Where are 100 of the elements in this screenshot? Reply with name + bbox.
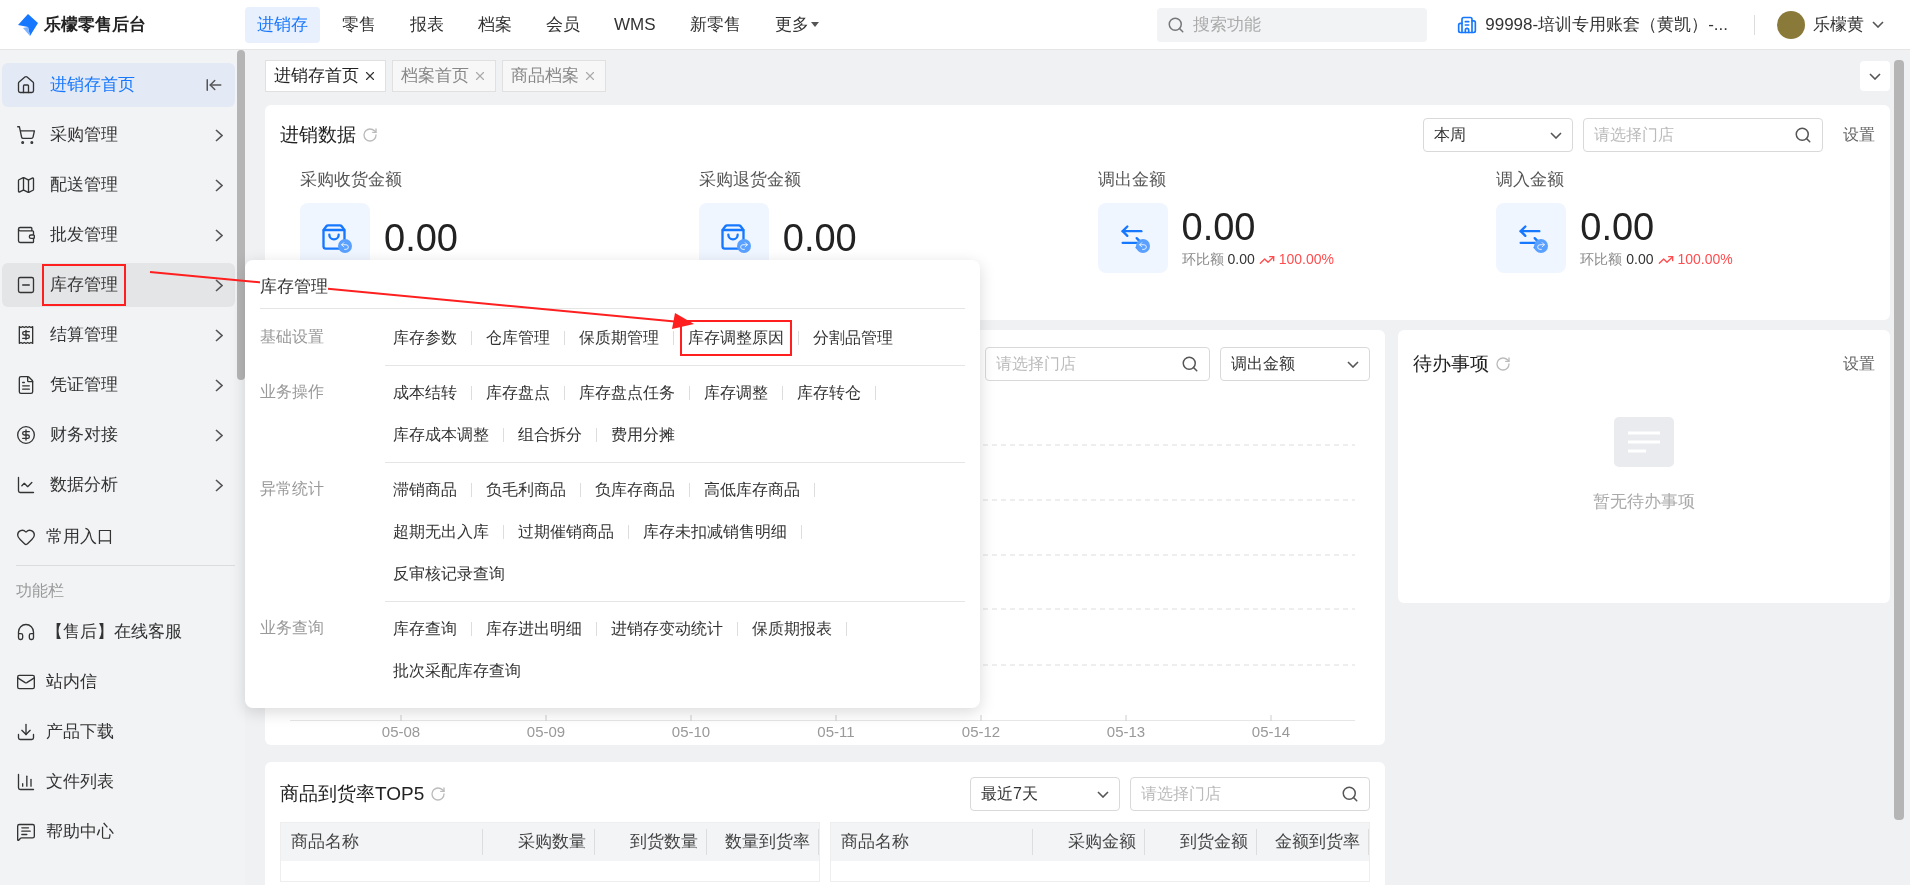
building-icon bbox=[1457, 14, 1478, 35]
sidebar-item[interactable]: 批发管理 bbox=[2, 213, 235, 257]
menu-link[interactable]: 库存调整原因 bbox=[680, 320, 792, 356]
sidebar-item[interactable]: 配送管理 bbox=[2, 163, 235, 207]
sidebar-scrollbar[interactable] bbox=[237, 50, 245, 380]
sidebar-item[interactable]: 常用入口 bbox=[2, 515, 235, 559]
menu-link[interactable]: 高低库存商品 bbox=[696, 472, 808, 508]
menu-link[interactable]: 进销存变动统计 bbox=[603, 611, 731, 647]
search-icon bbox=[1167, 15, 1186, 34]
tabs-menu-button[interactable] bbox=[1860, 61, 1890, 91]
search-icon bbox=[1794, 126, 1812, 144]
menu-link[interactable]: 批次采配库存查询 bbox=[385, 653, 529, 689]
menu-link[interactable]: 库存盘点任务 bbox=[571, 375, 683, 411]
empty-message: 暂无待办事项 bbox=[1593, 491, 1695, 513]
card-title: 商品到货率TOP5 bbox=[280, 781, 425, 806]
nav-tab[interactable]: WMS bbox=[602, 6, 668, 43]
minus-square-icon bbox=[16, 275, 36, 295]
close-icon[interactable] bbox=[363, 69, 377, 83]
sidebar-item[interactable]: 数据分析 bbox=[2, 463, 235, 507]
nav-tab[interactable]: 新零售 bbox=[677, 6, 753, 43]
menu-link[interactable]: 过期催销商品 bbox=[510, 514, 622, 550]
menu-link[interactable]: 库存成本调整 bbox=[385, 417, 497, 453]
sidebar-item[interactable]: 站内信 bbox=[2, 660, 235, 704]
compare-value: 0.00 bbox=[1626, 250, 1654, 269]
compare-change: 100.00% bbox=[1278, 250, 1335, 269]
menu-link[interactable]: 保质期管理 bbox=[571, 320, 667, 356]
menu-link[interactable]: 成本结转 bbox=[385, 375, 465, 411]
menu-link[interactable]: 库存盘点 bbox=[478, 375, 558, 411]
sidebar-item[interactable]: 财务对接 bbox=[2, 413, 235, 457]
app-title: 乐檬零售后台 bbox=[44, 13, 146, 36]
axis-label: 05-09 bbox=[526, 722, 566, 743]
nav-tab[interactable]: 会员 bbox=[534, 6, 592, 43]
sidebar-item[interactable]: 采购管理 bbox=[2, 113, 235, 157]
submenu-title: 库存管理 bbox=[260, 277, 328, 296]
select-field[interactable]: 调出金额 bbox=[1220, 347, 1370, 381]
column-header: 采购数量 bbox=[483, 829, 595, 855]
page-scrollbar[interactable] bbox=[1894, 60, 1904, 820]
section-label: 业务查询 bbox=[260, 618, 325, 638]
sidebar-label: 采购管理 bbox=[49, 124, 119, 147]
column-header: 采购金额 bbox=[1033, 829, 1145, 855]
menu-link[interactable]: 费用分摊 bbox=[603, 417, 683, 453]
menu-link[interactable]: 负库存商品 bbox=[587, 472, 683, 508]
menu-link[interactable]: 库存转仓 bbox=[789, 375, 869, 411]
page-tab[interactable]: 进销存首页 bbox=[265, 60, 386, 92]
nav-tab[interactable]: 报表 bbox=[398, 6, 456, 43]
column-header: 数量到货率 bbox=[707, 829, 819, 855]
sidebar-item[interactable]: 帮助中心 bbox=[2, 810, 235, 854]
settings-link[interactable]: 设置 bbox=[1843, 123, 1875, 147]
menu-link[interactable]: 库存参数 bbox=[385, 320, 465, 356]
menu-link[interactable]: 滞销商品 bbox=[385, 472, 465, 508]
caret-icon bbox=[1869, 72, 1881, 80]
cart-icon bbox=[16, 125, 36, 145]
sidebar-item[interactable]: 凭证管理 bbox=[2, 363, 235, 407]
metric-label: 调入金额 bbox=[1496, 169, 1566, 191]
wallet-icon bbox=[16, 225, 36, 245]
select-field[interactable]: 最近7天 bbox=[970, 777, 1120, 811]
settings-link[interactable]: 设置 bbox=[1843, 352, 1875, 376]
compare-value: 0.00 bbox=[1227, 250, 1255, 269]
sidebar-label: 配送管理 bbox=[49, 174, 119, 197]
collapse-icon[interactable] bbox=[205, 76, 223, 94]
sidebar-item[interactable]: 产品下载 bbox=[2, 710, 235, 754]
section-label: 异常统计 bbox=[260, 479, 325, 499]
menu-link[interactable]: 负毛利商品 bbox=[478, 472, 574, 508]
menu-link[interactable]: 保质期报表 bbox=[744, 611, 840, 647]
sidebar-label: 凭证管理 bbox=[49, 374, 119, 397]
menu-link[interactable]: 组合拆分 bbox=[510, 417, 590, 453]
metric-value: 0.00 bbox=[384, 215, 458, 260]
menu-link[interactable]: 库存进出明细 bbox=[478, 611, 590, 647]
dollar-icon bbox=[16, 425, 36, 445]
account-name[interactable]: 99998-培训专用账套（黄凯）-... bbox=[1485, 11, 1728, 38]
select-field[interactable]: 本周 bbox=[1423, 118, 1573, 152]
search-icon bbox=[1181, 355, 1199, 373]
menu-link[interactable]: 分割品管理 bbox=[805, 320, 901, 356]
nav-tab[interactable]: 零售 bbox=[330, 6, 388, 43]
caret-icon bbox=[1872, 21, 1884, 28]
avatar[interactable] bbox=[1777, 10, 1805, 39]
column-header: 到货数量 bbox=[595, 829, 707, 855]
user-name[interactable]: 乐檬黄 bbox=[1813, 11, 1864, 38]
nav-tab[interactable]: 档案 bbox=[466, 6, 524, 43]
axis-label: 05-11 bbox=[817, 722, 855, 743]
nav-tab[interactable]: 进销存 bbox=[245, 6, 320, 43]
menu-link[interactable]: 库存调整 bbox=[696, 375, 776, 411]
menu-link[interactable]: 超期无出入库 bbox=[385, 514, 497, 550]
menu-link[interactable]: 库存未扣减销售明细 bbox=[635, 514, 795, 550]
column-header: 商品名称 bbox=[831, 829, 1033, 855]
nav-tab[interactable]: 更多 bbox=[762, 6, 831, 43]
menu-link[interactable]: 库存查询 bbox=[385, 611, 465, 647]
column-header: 金额到货率 bbox=[1257, 829, 1369, 855]
refresh-icon[interactable] bbox=[1495, 356, 1511, 372]
metric-value: 0.00 bbox=[1181, 205, 1257, 249]
sidebar-label: 库存管理 bbox=[42, 264, 126, 306]
refresh-icon[interactable] bbox=[362, 127, 378, 143]
sidebar-item[interactable]: 结算管理 bbox=[2, 313, 235, 357]
refresh-icon[interactable] bbox=[430, 786, 447, 802]
sidebar-item[interactable]: 库存管理 bbox=[2, 263, 235, 307]
compare-label: 环比额 bbox=[1580, 250, 1623, 269]
sidebar-item[interactable]: 【售后】在线客服 bbox=[2, 610, 235, 654]
sidebar-item[interactable]: 文件列表 bbox=[2, 760, 235, 804]
menu-link[interactable]: 仓库管理 bbox=[478, 320, 558, 356]
menu-link[interactable]: 反审核记录查询 bbox=[385, 556, 513, 592]
